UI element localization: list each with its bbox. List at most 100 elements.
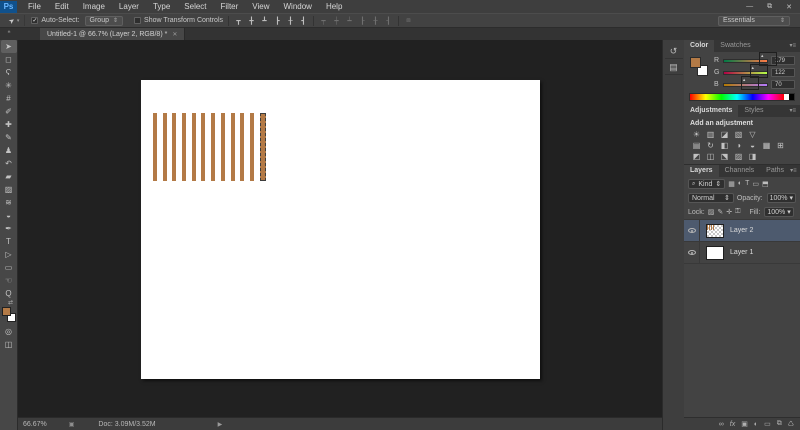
new-group-icon[interactable]: ▭: [764, 420, 771, 428]
layer-thumbnail[interactable]: [706, 245, 724, 260]
pattern-stripe[interactable]: [153, 113, 157, 181]
document-tab[interactable]: Untitled-1 @ 66.7% (Layer 2, RGB/8) * ✕: [40, 28, 186, 40]
pattern-stripe[interactable]: [182, 113, 187, 181]
rectangle-tool[interactable]: ▭: [2, 261, 16, 274]
panel-menu-icon[interactable]: ▾≡: [790, 165, 800, 177]
close-icon[interactable]: ✕: [786, 3, 792, 11]
fill-dropdown[interactable]: 100% ▾: [764, 207, 794, 217]
tool-preset-picker[interactable]: ➤ ▾: [4, 15, 26, 26]
brush-tool[interactable]: ✎: [2, 131, 16, 144]
channel-slider[interactable]: ▲: [723, 51, 778, 66]
invert-icon[interactable]: ⊞: [776, 141, 785, 150]
pattern-stripe[interactable]: [240, 113, 245, 181]
eyedropper-tool[interactable]: ✐: [2, 105, 16, 118]
eraser-tool[interactable]: ▰: [2, 170, 16, 183]
pasteboard[interactable]: [18, 40, 662, 417]
delete-layer-icon[interactable]: ♺: [788, 420, 794, 428]
lock-position-icon[interactable]: ✛: [726, 208, 732, 216]
align-horizontal-centers-icon[interactable]: ╂: [286, 17, 295, 25]
tab-paths[interactable]: Paths: [760, 165, 790, 177]
screen-mode-button[interactable]: ◫: [2, 338, 16, 351]
black-white-icon[interactable]: ◧: [720, 141, 729, 150]
tab-channels[interactable]: Channels: [719, 165, 761, 177]
layer-style-icon[interactable]: fx: [730, 421, 735, 428]
zoom-tool[interactable]: Q: [2, 287, 16, 300]
foreground-color-swatch[interactable]: [1, 307, 11, 316]
add-layer-mask-icon[interactable]: ▣: [741, 420, 748, 428]
opacity-dropdown[interactable]: 100% ▾: [766, 193, 796, 203]
brightness-contrast-icon[interactable]: ☀: [692, 130, 701, 139]
menu-item[interactable]: Select: [177, 0, 213, 13]
gradient-tool[interactable]: ▨: [2, 183, 16, 196]
align-right-edges-icon[interactable]: ┫: [299, 17, 308, 25]
quick-mask-button[interactable]: ◎: [2, 325, 16, 338]
layer-thumbnail[interactable]: [706, 223, 724, 238]
spectrum-gradient[interactable]: [690, 94, 784, 100]
curves-icon[interactable]: ◪: [720, 130, 729, 139]
color-lookup-icon[interactable]: ▦: [762, 141, 771, 150]
tab-adjustments[interactable]: Adjustments: [684, 105, 739, 117]
layer-name[interactable]: Layer 1: [730, 249, 753, 256]
visibility-toggle[interactable]: [684, 242, 700, 263]
swap-colors-icon[interactable]: ⇄: [8, 300, 13, 307]
new-adjustment-layer-icon[interactable]: ◐: [754, 421, 758, 428]
pattern-stripe[interactable]: [162, 113, 167, 181]
tab-color[interactable]: Color: [684, 40, 715, 52]
menu-item[interactable]: Layer: [112, 0, 146, 13]
blur-tool[interactable]: ≋: [2, 196, 16, 209]
show-transform-checkbox[interactable]: [134, 17, 142, 24]
quick-selection-tool[interactable]: ✳: [2, 79, 16, 92]
path-selection-tool[interactable]: ▷: [2, 248, 16, 261]
exposure-icon[interactable]: ▧: [734, 130, 743, 139]
channel-slider[interactable]: ▲: [723, 75, 768, 90]
workspace-switcher[interactable]: Essentials ⇕: [718, 15, 790, 26]
zoom-level-field[interactable]: 66.67%: [18, 421, 51, 428]
auto-select-checkbox[interactable]: ✓: [31, 17, 39, 24]
menu-item[interactable]: Type: [146, 0, 177, 13]
blend-mode-dropdown[interactable]: Normal ⇕: [688, 193, 734, 203]
pen-tool[interactable]: ✒: [2, 222, 16, 235]
pattern-stripe[interactable]: [211, 113, 216, 181]
channel-value-field[interactable]: 122: [771, 68, 795, 77]
menu-item[interactable]: Image: [76, 0, 112, 13]
new-layer-icon[interactable]: ⧉: [777, 420, 782, 428]
minimize-icon[interactable]: —: [746, 3, 753, 11]
link-layers-icon[interactable]: ∞: [719, 421, 724, 428]
pattern-stripe[interactable]: [172, 113, 177, 181]
filter-adjustment-layers-icon[interactable]: ◐: [738, 180, 742, 188]
panel-menu-icon[interactable]: ▾≡: [789, 40, 800, 52]
layer-name[interactable]: Layer 2: [730, 227, 753, 234]
threshold-icon[interactable]: ◫: [706, 152, 715, 161]
layer-row-layer-2[interactable]: Layer 2: [684, 220, 800, 242]
align-bottom-edges-icon[interactable]: ┻: [260, 17, 269, 25]
visibility-toggle[interactable]: [684, 220, 700, 241]
slider-thumb-icon[interactable]: ▲: [741, 75, 760, 90]
type-tool[interactable]: T: [2, 235, 16, 248]
vibrance-icon[interactable]: ▽: [748, 130, 757, 139]
pattern-stripe[interactable]: [191, 113, 196, 181]
panel-menu-icon[interactable]: ▾≡: [789, 105, 800, 117]
menu-item[interactable]: Window: [277, 0, 319, 13]
pattern-stripe[interactable]: [220, 113, 225, 181]
toolbar-collapse-icon[interactable]: ❝: [0, 28, 18, 40]
rectangular-marquee-tool[interactable]: ◻: [2, 53, 16, 66]
foreground-color-swatch[interactable]: [690, 57, 701, 68]
levels-icon[interactable]: ▥: [706, 130, 715, 139]
menu-item[interactable]: Edit: [48, 0, 76, 13]
menu-item[interactable]: File: [21, 0, 48, 13]
spot-healing-brush-tool[interactable]: ✚: [2, 118, 16, 131]
color-spectrum-ramp[interactable]: [689, 93, 795, 101]
restore-icon[interactable]: ⧉: [767, 3, 772, 11]
channel-slider[interactable]: ▲: [723, 63, 768, 78]
tab-close-icon[interactable]: ✕: [172, 31, 177, 38]
lut-icon[interactable]: ◨: [748, 152, 757, 161]
tab-layers[interactable]: Layers: [684, 165, 719, 177]
filter-type-layers-icon[interactable]: T: [745, 180, 749, 188]
dodge-tool[interactable]: ◒: [2, 209, 16, 222]
filter-shape-layers-icon[interactable]: ▭: [752, 180, 759, 188]
lock-transparency-icon[interactable]: ▨: [708, 208, 715, 216]
move-tool[interactable]: ➤: [0, 40, 17, 53]
lasso-tool[interactable]: Ϛ: [2, 66, 16, 79]
clone-stamp-tool[interactable]: ♟: [2, 144, 16, 157]
align-top-edges-icon[interactable]: ┳: [234, 17, 243, 25]
